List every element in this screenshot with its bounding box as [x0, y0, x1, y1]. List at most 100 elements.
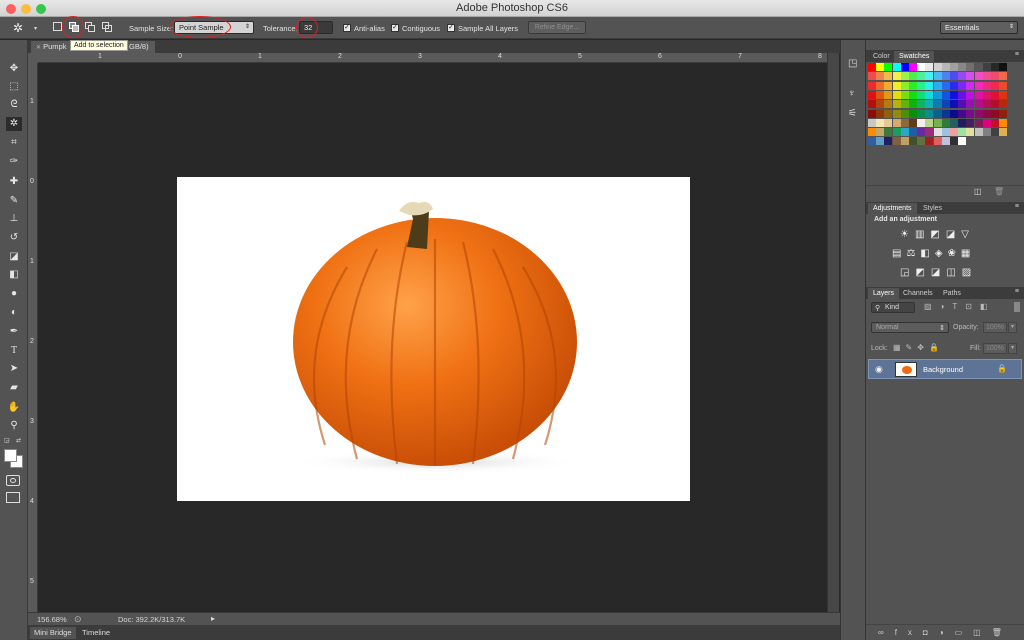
- intersect-with-selection-icon[interactable]: [102, 22, 112, 32]
- tab-color[interactable]: Color: [868, 51, 895, 62]
- swatch[interactable]: [941, 118, 950, 127]
- swatch[interactable]: [999, 118, 1008, 127]
- swatch[interactable]: [991, 72, 999, 81]
- new-swatch-icon[interactable]: ◫: [974, 187, 982, 196]
- swatch[interactable]: [925, 90, 934, 99]
- swatch[interactable]: [941, 137, 950, 146]
- swatch[interactable]: [950, 137, 958, 146]
- swatch[interactable]: [876, 118, 885, 127]
- swatch[interactable]: [974, 109, 983, 118]
- swatch[interactable]: [941, 109, 950, 118]
- swatch[interactable]: [876, 109, 885, 118]
- swatch[interactable]: [909, 137, 917, 146]
- dodge-tool-icon[interactable]: ◐: [6, 306, 22, 320]
- opacity-input[interactable]: 100%: [983, 322, 1007, 333]
- swatch[interactable]: [941, 72, 950, 81]
- swatch[interactable]: [950, 72, 958, 81]
- workspace-select[interactable]: Essentials ⇕: [940, 21, 1018, 34]
- swatch[interactable]: [925, 100, 934, 109]
- swatch[interactable]: [884, 109, 893, 118]
- swatch[interactable]: [933, 128, 942, 137]
- swatch[interactable]: [909, 81, 917, 90]
- hand-tool-icon[interactable]: ✋: [6, 401, 22, 415]
- swatch[interactable]: [868, 128, 876, 137]
- swatch[interactable]: [925, 63, 934, 71]
- swatch[interactable]: [941, 81, 950, 90]
- swatch[interactable]: [900, 81, 909, 90]
- swatch[interactable]: [958, 128, 967, 137]
- swatch[interactable]: [950, 109, 958, 118]
- tool-presets-icon[interactable]: ⚟: [848, 108, 861, 120]
- swatch[interactable]: [892, 109, 901, 118]
- swatch[interactable]: [868, 72, 876, 81]
- swatch[interactable]: [917, 118, 926, 127]
- panel-menu-icon[interactable]: ≡: [1015, 288, 1019, 295]
- swatch[interactable]: [900, 109, 909, 118]
- fill-dropdown-icon[interactable]: ▾: [1008, 343, 1017, 354]
- swatch[interactable]: [941, 90, 950, 99]
- swatch[interactable]: [876, 63, 885, 71]
- swatch[interactable]: [900, 63, 909, 71]
- swatch[interactable]: [991, 90, 999, 99]
- swatch[interactable]: [900, 137, 909, 146]
- swatch[interactable]: [958, 118, 967, 127]
- zoom-level[interactable]: 156.68%: [37, 615, 67, 624]
- swatch[interactable]: [966, 109, 975, 118]
- swatch[interactable]: [974, 90, 983, 99]
- swatch[interactable]: [909, 100, 917, 109]
- swatch[interactable]: [999, 128, 1008, 137]
- swatch[interactable]: [991, 81, 999, 90]
- history-panel-icon[interactable]: ◳: [848, 58, 861, 70]
- swatch[interactable]: [991, 63, 999, 71]
- swatch[interactable]: [999, 81, 1008, 90]
- type-tool-icon[interactable]: T: [6, 344, 22, 358]
- swatch[interactable]: [868, 118, 876, 127]
- sample-all-layers-checkbox[interactable]: ✓: [447, 24, 455, 32]
- tab-mini-bridge[interactable]: Mini Bridge: [30, 627, 76, 639]
- swatch[interactable]: [868, 109, 876, 118]
- swatch[interactable]: [958, 90, 967, 99]
- swatch[interactable]: [917, 128, 926, 137]
- swatch[interactable]: [950, 90, 958, 99]
- swatch[interactable]: [925, 128, 934, 137]
- swatch[interactable]: [933, 81, 942, 90]
- default-colors-icon[interactable]: ◲: [4, 437, 10, 444]
- swatch[interactable]: [868, 63, 876, 71]
- swatch[interactable]: [991, 100, 999, 109]
- swatch[interactable]: [950, 63, 958, 71]
- swatch[interactable]: [982, 100, 991, 109]
- tab-layers[interactable]: Layers: [868, 288, 900, 299]
- delete-swatch-icon[interactable]: 🗑: [994, 187, 1004, 196]
- swatch[interactable]: [876, 137, 885, 146]
- swatch[interactable]: [999, 63, 1008, 71]
- swatch[interactable]: [892, 100, 901, 109]
- refine-edge-button[interactable]: Refine Edge...: [528, 21, 586, 34]
- swatch[interactable]: [982, 118, 991, 127]
- swatch[interactable]: [966, 63, 975, 71]
- swatch[interactable]: [909, 128, 917, 137]
- swatch[interactable]: [909, 118, 917, 127]
- swatch[interactable]: [909, 90, 917, 99]
- tool-preset-dropdown-icon[interactable]: ▾: [34, 25, 37, 32]
- swatch[interactable]: [892, 72, 901, 81]
- screen-mode-icon[interactable]: [6, 492, 20, 503]
- swatch[interactable]: [933, 72, 942, 81]
- eraser-tool-icon[interactable]: ◪: [6, 250, 22, 264]
- tab-timeline[interactable]: Timeline: [78, 627, 114, 639]
- swatch[interactable]: [917, 100, 926, 109]
- swatch[interactable]: [982, 81, 991, 90]
- marquee-tool-icon[interactable]: ⬚: [6, 80, 22, 94]
- swatch[interactable]: [884, 72, 893, 81]
- layers-footer-icons[interactable]: ∞fx◘◑▭◫🗑: [878, 628, 1013, 637]
- swatch[interactable]: [884, 81, 893, 90]
- opacity-dropdown-icon[interactable]: ▾: [1008, 322, 1017, 333]
- swatch[interactable]: [966, 118, 975, 127]
- swatch[interactable]: [974, 128, 983, 137]
- history-brush-tool-icon[interactable]: ↺: [6, 231, 22, 245]
- tab-swatches[interactable]: Swatches: [894, 51, 935, 62]
- path-selection-tool-icon[interactable]: ➤: [6, 362, 22, 376]
- swatch[interactable]: [900, 100, 909, 109]
- shape-tool-icon[interactable]: ▰: [6, 381, 22, 395]
- swatch[interactable]: [925, 137, 934, 146]
- tab-styles[interactable]: Styles: [918, 203, 947, 214]
